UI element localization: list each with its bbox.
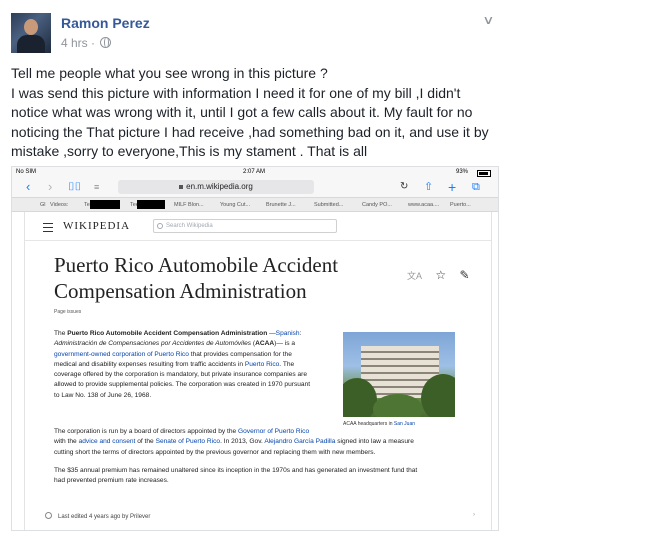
reload-icon[interactable]: ↻ [400,179,408,195]
redacted-block [137,200,165,209]
clock-text: 2:07 AM [243,169,266,175]
shared-screenshot[interactable]: No SIM 2:07 AM 93% ‹ › ⌷⌷ ≡ en.m.wikiped… [11,166,499,531]
lock-icon [179,185,184,189]
globe-icon [100,37,112,48]
bookmark-item[interactable]: Brunette J... [266,202,296,208]
avatar[interactable] [11,13,51,53]
post-text: Tell me people what you see wrong in thi… [11,65,489,159]
page-issues[interactable]: Page issues [54,309,81,315]
ios-status-bar: No SIM 2:07 AM 93% [12,167,498,177]
bookmarks-bar: Gl Videos: Te Tee MILF Blon... Young Cut… [12,197,498,212]
chevron-left-icon[interactable]: ‹ [26,179,30,195]
bookmark-item[interactable]: Candy PO... [362,202,392,208]
battery-icon [477,170,491,177]
reader-icon[interactable]: ≡ [94,179,99,195]
chevron-down-icon[interactable]: ∨ [482,13,494,27]
bookmark-item[interactable]: Submitted... [314,202,343,208]
language-icon[interactable]: 文A [407,271,422,281]
post-meta: 4 hrs · [61,36,112,50]
article-paragraph-1: The Puerto Rico Automobile Accident Comp… [54,330,311,399]
wiki-search-input[interactable]: Search Wikipedia [153,219,337,233]
article-actions: 文A ☆ ✎ [407,268,480,282]
url-text: en.m.wikipedia.org [186,182,253,191]
carrier-text: No SIM [16,169,37,175]
bookmark-item[interactable]: Videos: [50,202,68,208]
safari-toolbar: ‹ › ⌷⌷ ≡ en.m.wikipedia.org ↻ ⇧ + ⧉ [12,177,498,197]
bookmark-item[interactable]: Young Cut... [220,202,250,208]
bookmark-item[interactable]: MILF Blon... [174,202,204,208]
last-edited-text: Last edited 4 years ago by Prilever [58,514,151,520]
last-edited[interactable]: Last edited 4 years ago by Prilever › [45,512,475,520]
bookmark-item[interactable]: www.acaa.... [408,202,439,208]
facebook-post: Ramon Perez 4 hrs · ∨ Tell me people wha… [0,0,510,535]
bookmark-item[interactable]: Puerto... [450,202,471,208]
plus-icon[interactable]: + [448,179,456,195]
menu-icon[interactable] [43,223,53,232]
post-time[interactable]: 4 hrs [61,36,88,50]
article-title: Puerto Rico Automobile Accident Compensa… [54,253,339,303]
tabs-icon[interactable]: ⧉ [472,179,480,195]
wiki-header: WIKIPEDIA Search Wikipedia [25,212,491,241]
pencil-icon[interactable]: ✎ [459,268,469,282]
article-paragraph-2: The corporation is run by a board of dir… [54,428,414,456]
wikipedia-page: WIKIPEDIA Search Wikipedia Puerto Rico A… [24,212,492,530]
bookmark-prefix[interactable]: Gl [40,202,46,208]
article-paragraph-3: The $35 annual premium has remained unal… [54,467,418,485]
author-name[interactable]: Ramon Perez [61,15,150,31]
redact-label: Te [84,202,90,208]
book-icon[interactable]: ⌷⌷ [68,179,81,195]
chevron-right-icon[interactable]: › [48,179,52,195]
url-bar[interactable]: en.m.wikipedia.org [118,180,314,194]
star-icon[interactable]: ☆ [435,268,446,282]
chevron-right-icon: › [473,512,475,518]
clock-icon [45,512,52,519]
share-icon[interactable]: ⇧ [424,179,433,195]
wikipedia-logo[interactable]: WIKIPEDIA [63,220,130,232]
acaa-headquarters-image[interactable] [343,332,455,417]
redacted-block [90,200,120,209]
battery-text: 93% [456,169,469,175]
